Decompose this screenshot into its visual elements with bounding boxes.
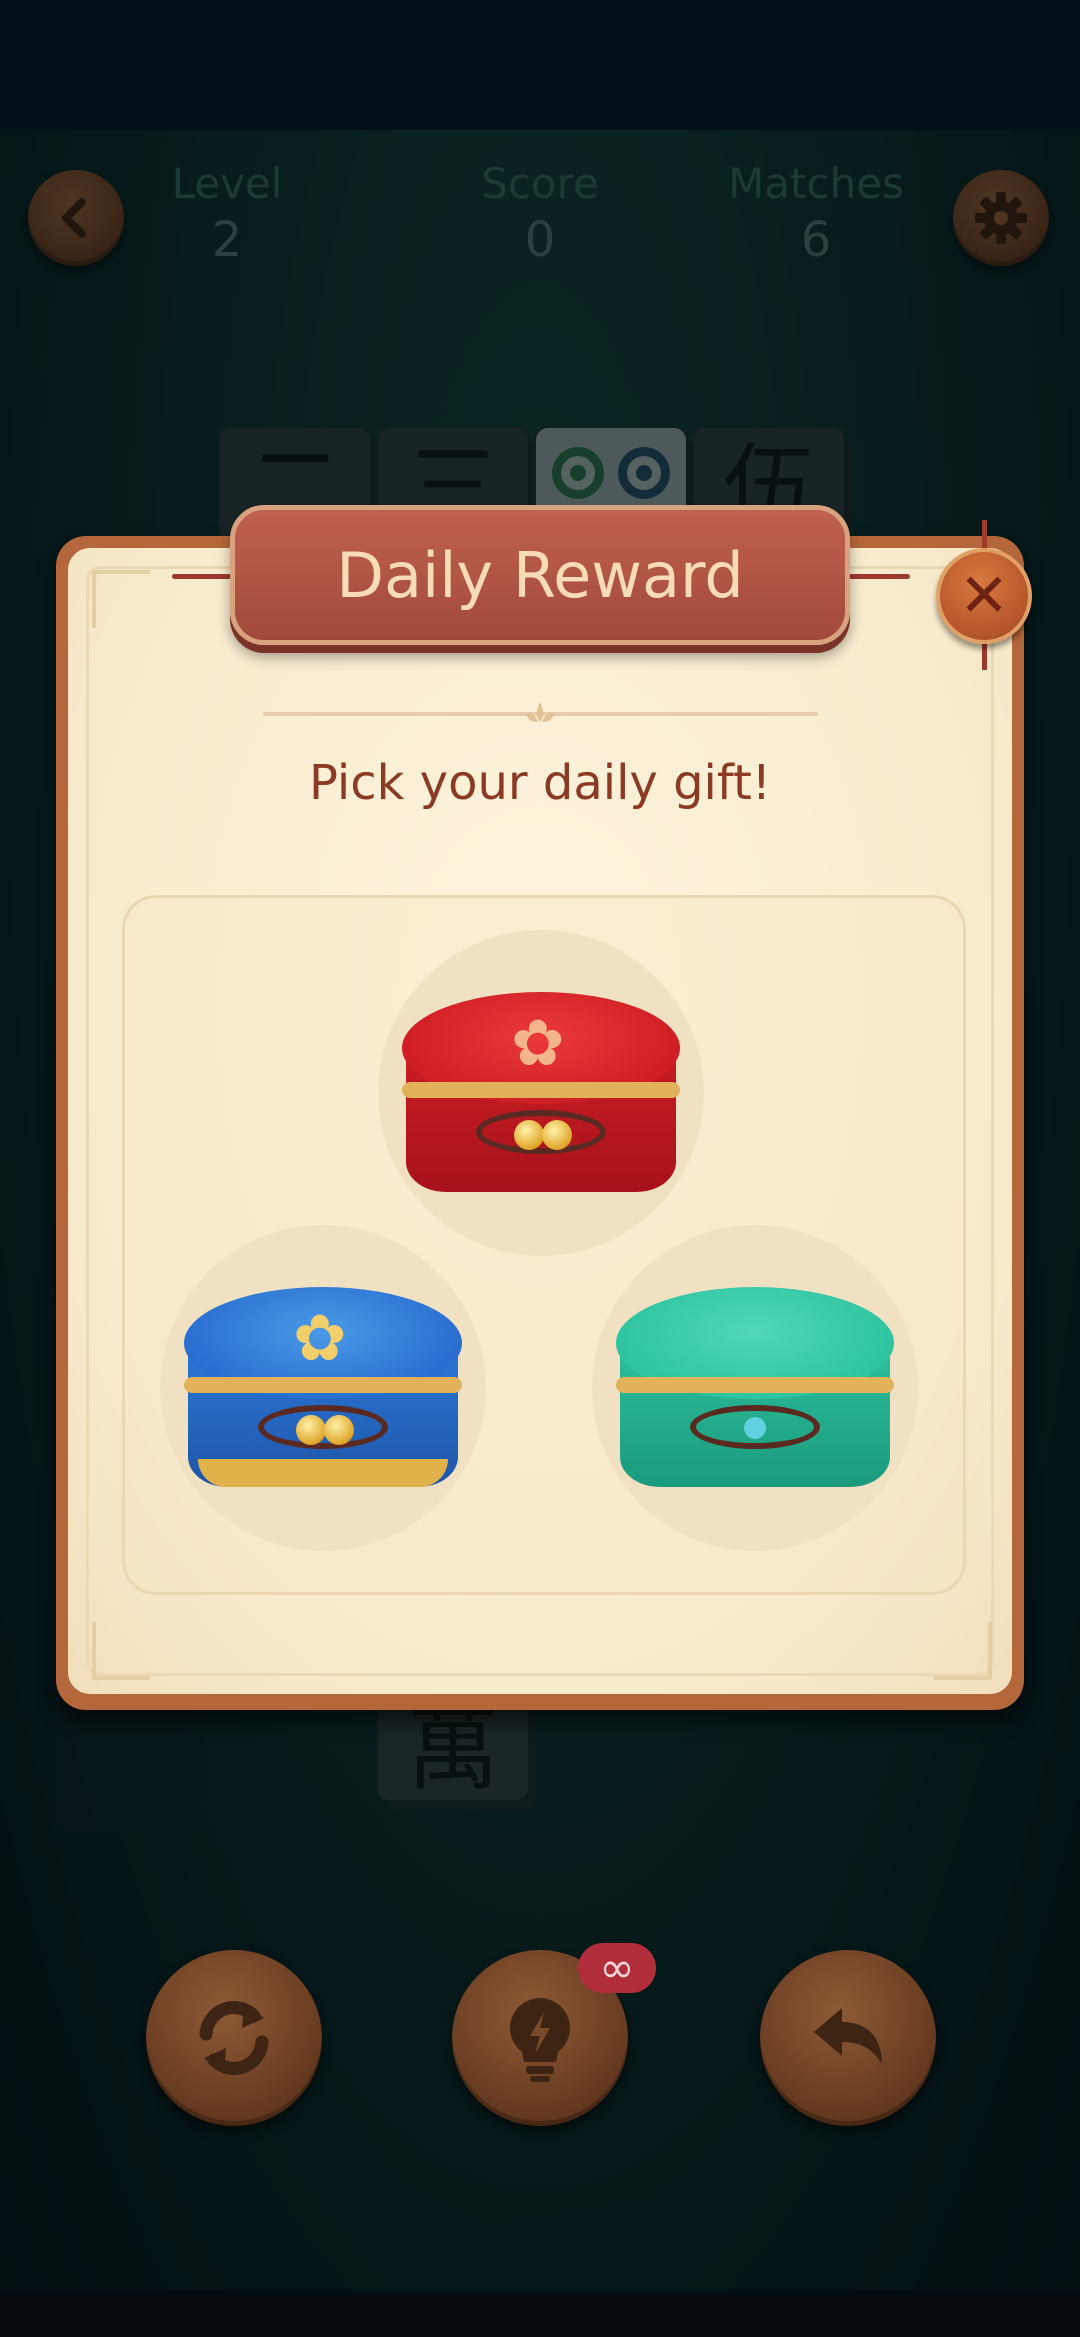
bead-icon — [744, 1417, 766, 1439]
gold-cloud-pattern — [198, 1459, 448, 1487]
cherry-blossom-icon: ✿ — [293, 1302, 347, 1376]
hint-count-badge: ∞ — [578, 1943, 656, 1993]
corner-ornament — [92, 570, 150, 628]
bell-icon — [514, 1120, 544, 1150]
corner-ornament — [92, 1622, 150, 1680]
title-banner: Daily Reward — [230, 505, 850, 645]
corner-ornament — [934, 1622, 992, 1680]
bell-icon — [324, 1415, 354, 1445]
blue-gift-box: ✿ — [184, 1287, 462, 1497]
status-bar — [0, 0, 1080, 130]
red-gift-box: ✿ — [402, 992, 680, 1202]
bell-icon — [542, 1120, 572, 1150]
shuffle-icon — [199, 2001, 269, 2075]
close-icon: ✕ — [958, 561, 1010, 631]
blue-gift-option[interactable]: ✿ — [160, 1225, 486, 1551]
lightbulb-icon — [510, 1998, 570, 2082]
bell-icon — [296, 1415, 326, 1445]
shuffle-button[interactable] — [146, 1950, 322, 2126]
green-gift-box — [616, 1287, 894, 1497]
undo-button[interactable] — [760, 1950, 936, 2126]
navigation-bar — [0, 2295, 1080, 2337]
dialog-subtitle: Pick your daily gift! — [309, 755, 771, 811]
red-gift-option[interactable]: ✿ — [378, 930, 704, 1256]
green-gift-option[interactable] — [592, 1225, 918, 1551]
close-button[interactable]: ✕ — [936, 548, 1032, 644]
undo-icon — [814, 2008, 882, 2064]
divider-flower-icon — [522, 700, 558, 724]
dialog-title: Daily Reward — [336, 538, 744, 612]
cherry-blossom-icon: ✿ — [511, 1007, 565, 1081]
hint-count: ∞ — [599, 1943, 635, 1992]
